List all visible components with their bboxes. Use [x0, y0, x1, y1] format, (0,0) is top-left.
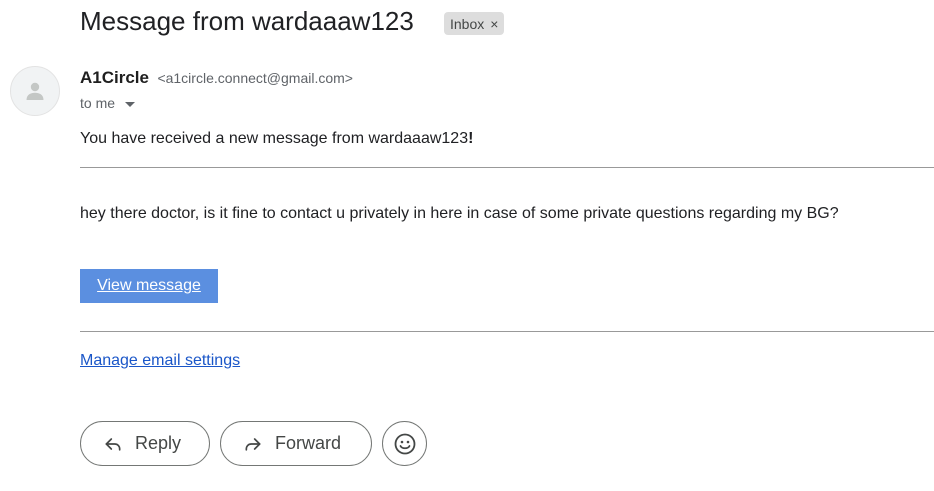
sender-email: <a1circle.connect@gmail.com> [157, 70, 353, 86]
sender-avatar[interactable] [10, 66, 60, 116]
forward-arrow-icon [245, 437, 261, 451]
sender-info: A1Circle <a1circle.connect@gmail.com> [80, 68, 353, 88]
smiley-icon [394, 433, 415, 454]
divider-top [80, 167, 934, 168]
label-text: Inbox [450, 15, 485, 32]
chevron-down-icon[interactable] [125, 101, 136, 107]
emoji-reaction-button[interactable] [382, 421, 427, 466]
recipient-details[interactable]: to me [80, 95, 136, 111]
intro-text: You have received a new message from war… [80, 130, 473, 148]
intro-suffix: ! [468, 130, 474, 147]
sender-name[interactable]: A1Circle [80, 68, 149, 87]
email-subject: Message from wardaaaw123 [80, 6, 414, 36]
forward-label: Forward [275, 433, 342, 453]
remove-label-icon[interactable]: × [490, 16, 498, 32]
reply-button[interactable]: Reply [80, 421, 210, 466]
recipient-text: to me [80, 95, 116, 111]
intro-prefix: You have received a new message from war… [80, 130, 469, 147]
divider-bottom [80, 331, 934, 332]
inbox-label: Inbox × [444, 12, 505, 35]
person-icon [26, 82, 44, 100]
reply-label: Reply [135, 433, 182, 453]
view-message-button[interactable]: View message [80, 269, 218, 303]
reply-arrow-icon [105, 437, 121, 451]
forward-button[interactable]: Forward [220, 421, 372, 466]
manage-email-settings-link[interactable]: Manage email settings [80, 352, 240, 370]
message-text: hey there doctor, is it fine to contact … [80, 205, 839, 222]
